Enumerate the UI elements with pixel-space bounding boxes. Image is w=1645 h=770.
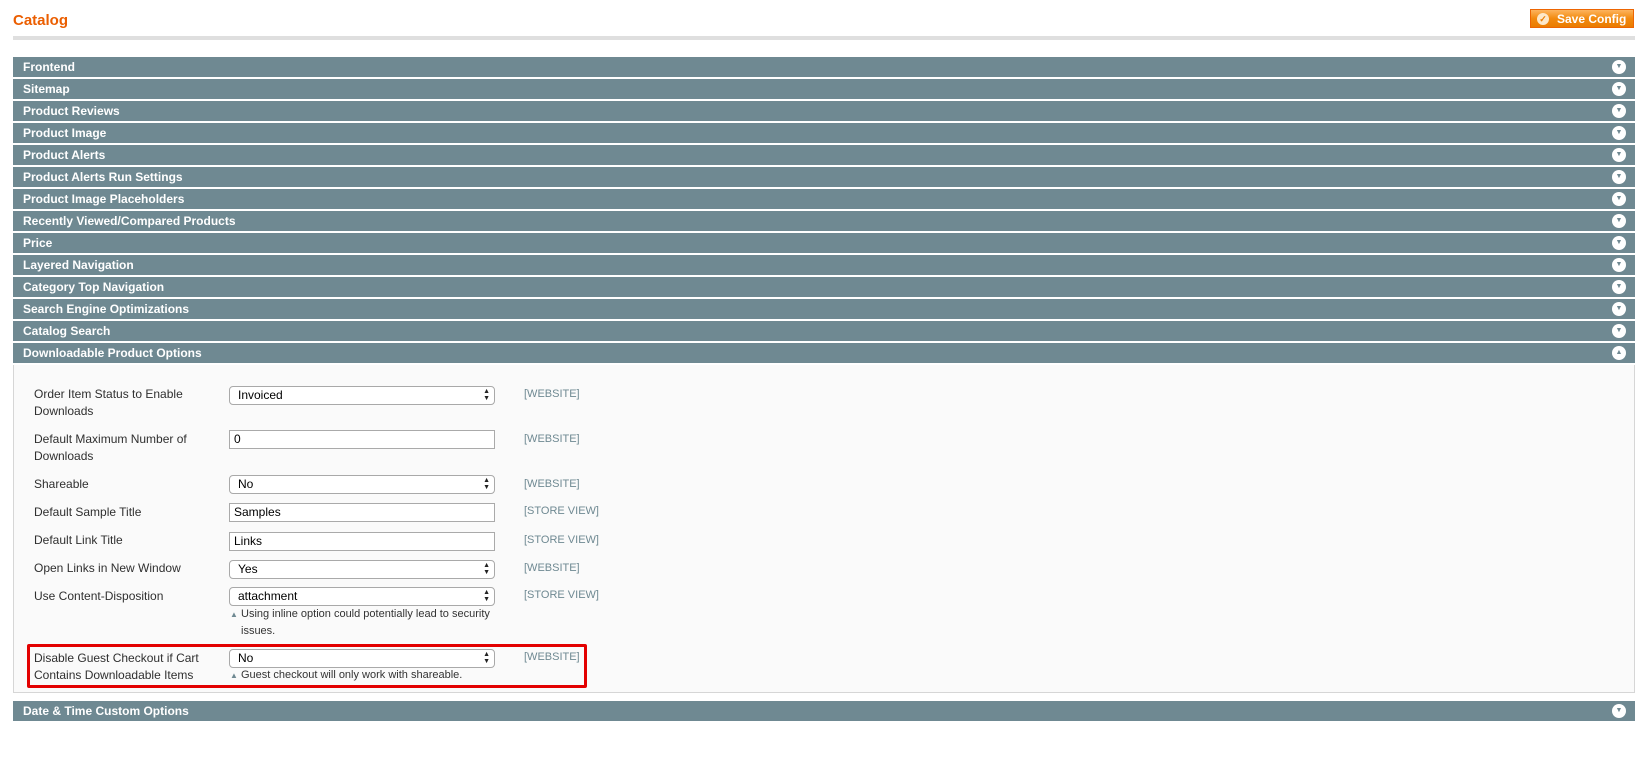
- section-label: Category Top Navigation: [23, 280, 165, 294]
- section-product-alerts-run-settings[interactable]: Product Alerts Run Settings ▼: [13, 167, 1635, 189]
- select-value: attachment: [238, 589, 298, 603]
- scope-label: [STORE VIEW]: [524, 589, 599, 601]
- section-downloadable-product-options[interactable]: Downloadable Product Options ▲: [13, 343, 1635, 365]
- section-label: Sitemap: [23, 82, 70, 96]
- header-divider: [13, 36, 1635, 40]
- section-label: Product Reviews: [23, 104, 120, 118]
- section-label: Date & Time Custom Options: [23, 704, 189, 718]
- scope-label: [WEBSITE]: [524, 388, 580, 400]
- chevron-down-icon[interactable]: ▼: [1612, 82, 1626, 96]
- section-frontend[interactable]: Frontend ▼: [13, 57, 1635, 79]
- section-label: Price: [23, 236, 53, 250]
- section-product-alerts[interactable]: Product Alerts ▼: [13, 145, 1635, 167]
- section-layered-navigation[interactable]: Layered Navigation ▼: [13, 255, 1635, 277]
- select-arrows-icon: ▲ ▼: [483, 651, 490, 665]
- content-disposition-select[interactable]: attachment ▲ ▼: [229, 587, 495, 606]
- chevron-up-icon[interactable]: ▲: [1612, 346, 1626, 360]
- field-note: ▲ Guest checkout will only work with shar…: [229, 667, 495, 684]
- chevron-down-icon[interactable]: ▼: [1612, 280, 1626, 294]
- note-text: Guest checkout will only work with share…: [241, 669, 463, 681]
- order-item-status-select[interactable]: Invoiced ▲ ▼: [229, 386, 495, 405]
- section-product-image[interactable]: Product Image ▼: [13, 123, 1635, 145]
- chevron-down-icon[interactable]: ▼: [1612, 126, 1626, 140]
- sample-title-input[interactable]: Samples: [229, 503, 495, 522]
- chevron-down-icon[interactable]: ▼: [1612, 704, 1626, 718]
- select-value: Invoiced: [238, 388, 283, 402]
- note-text: Using inline option could potentially le…: [241, 608, 490, 637]
- scope-label: [WEBSITE]: [524, 433, 580, 445]
- disable-guest-checkout-select[interactable]: No ▲ ▼: [229, 649, 495, 668]
- chevron-down-icon[interactable]: ▼: [1612, 104, 1626, 118]
- section-catalog-search[interactable]: Catalog Search ▼: [13, 321, 1635, 343]
- scope-label: [WEBSITE]: [524, 478, 580, 490]
- open-new-window-select[interactable]: Yes ▲ ▼: [229, 560, 495, 579]
- select-value: No: [238, 651, 254, 665]
- downloadable-options-panel: Order Item Status to Enable Downloads In…: [13, 365, 1635, 693]
- field-label: Default Maximum Number of Downloads: [34, 432, 187, 463]
- select-value: No: [238, 477, 254, 491]
- section-date-time-wrapper: Date & Time Custom Options ▼: [13, 701, 1635, 723]
- page-title: Catalog: [13, 12, 69, 29]
- section-label: Search Engine Optimizations: [23, 302, 190, 316]
- shareable-select[interactable]: No ▲ ▼: [229, 475, 495, 494]
- chevron-down-icon[interactable]: ▼: [1612, 324, 1626, 338]
- chevron-down-icon[interactable]: ▼: [1612, 302, 1626, 316]
- config-page: Catalog ✓ Save Config Frontend ▼ Sitemap ▼…: [0, 0, 1645, 770]
- select-arrows-icon: ▲ ▼: [483, 477, 490, 491]
- section-label: Product Alerts: [23, 148, 106, 162]
- scope-label: [STORE VIEW]: [524, 534, 599, 546]
- select-arrows-icon: ▲ ▼: [483, 589, 490, 603]
- section-price[interactable]: Price ▼: [13, 233, 1635, 255]
- note-triangle-icon: ▲: [230, 671, 238, 680]
- note-triangle-icon: ▲: [230, 610, 238, 619]
- field-label: Order Item Status to Enable Downloads: [34, 387, 183, 418]
- section-seo[interactable]: Search Engine Optimizations ▼: [13, 299, 1635, 321]
- select-arrows-icon: ▲ ▼: [483, 388, 490, 402]
- field-label: Open Links in New Window: [34, 561, 181, 575]
- section-recently-viewed[interactable]: Recently Viewed/Compared Products ▼: [13, 211, 1635, 233]
- field-label: Disable Guest Checkout if Cart Contains …: [34, 651, 199, 682]
- section-label: Product Alerts Run Settings: [23, 170, 183, 184]
- link-title-input[interactable]: Links: [229, 532, 495, 551]
- section-label: Layered Navigation: [23, 258, 134, 272]
- save-config-button[interactable]: ✓ Save Config: [1530, 9, 1634, 28]
- chevron-down-icon[interactable]: ▼: [1612, 148, 1626, 162]
- section-product-image-placeholders[interactable]: Product Image Placeholders ▼: [13, 189, 1635, 211]
- chevron-down-icon[interactable]: ▼: [1612, 170, 1626, 184]
- chevron-down-icon[interactable]: ▼: [1612, 258, 1626, 272]
- field-label: Default Link Title: [34, 533, 123, 547]
- section-date-time-custom-options[interactable]: Date & Time Custom Options ▼: [13, 701, 1635, 723]
- section-label: Product Image: [23, 126, 107, 140]
- max-downloads-input[interactable]: 0: [229, 430, 495, 449]
- section-label: Downloadable Product Options: [23, 346, 202, 360]
- section-product-reviews[interactable]: Product Reviews ▼: [13, 101, 1635, 123]
- chevron-down-icon[interactable]: ▼: [1612, 60, 1626, 74]
- section-label: Recently Viewed/Compared Products: [23, 214, 236, 228]
- section-label: Product Image Placeholders: [23, 192, 185, 206]
- chevron-down-icon[interactable]: ▼: [1612, 236, 1626, 250]
- select-arrows-icon: ▲ ▼: [483, 562, 490, 576]
- field-label: Use Content-Disposition: [34, 589, 164, 603]
- section-label: Frontend: [23, 60, 75, 74]
- field-label: Default Sample Title: [34, 505, 142, 519]
- scope-label: [WEBSITE]: [524, 651, 580, 663]
- config-sections: Frontend ▼ Sitemap ▼ Product Reviews ▼ Prod…: [13, 57, 1635, 693]
- save-config-label: Save Config: [1557, 11, 1627, 26]
- check-circle-icon: ✓: [1537, 12, 1549, 25]
- section-label: Catalog Search: [23, 324, 111, 338]
- chevron-down-icon[interactable]: ▼: [1612, 214, 1626, 228]
- section-sitemap[interactable]: Sitemap ▼: [13, 79, 1635, 101]
- section-category-top-navigation[interactable]: Category Top Navigation ▼: [13, 277, 1635, 299]
- select-value: Yes: [238, 562, 258, 576]
- scope-label: [STORE VIEW]: [524, 505, 599, 517]
- field-label: Shareable: [34, 477, 89, 491]
- field-note: ▲ Using inline option could potentially l…: [229, 606, 495, 640]
- chevron-down-icon[interactable]: ▼: [1612, 192, 1626, 206]
- scope-label: [WEBSITE]: [524, 562, 580, 574]
